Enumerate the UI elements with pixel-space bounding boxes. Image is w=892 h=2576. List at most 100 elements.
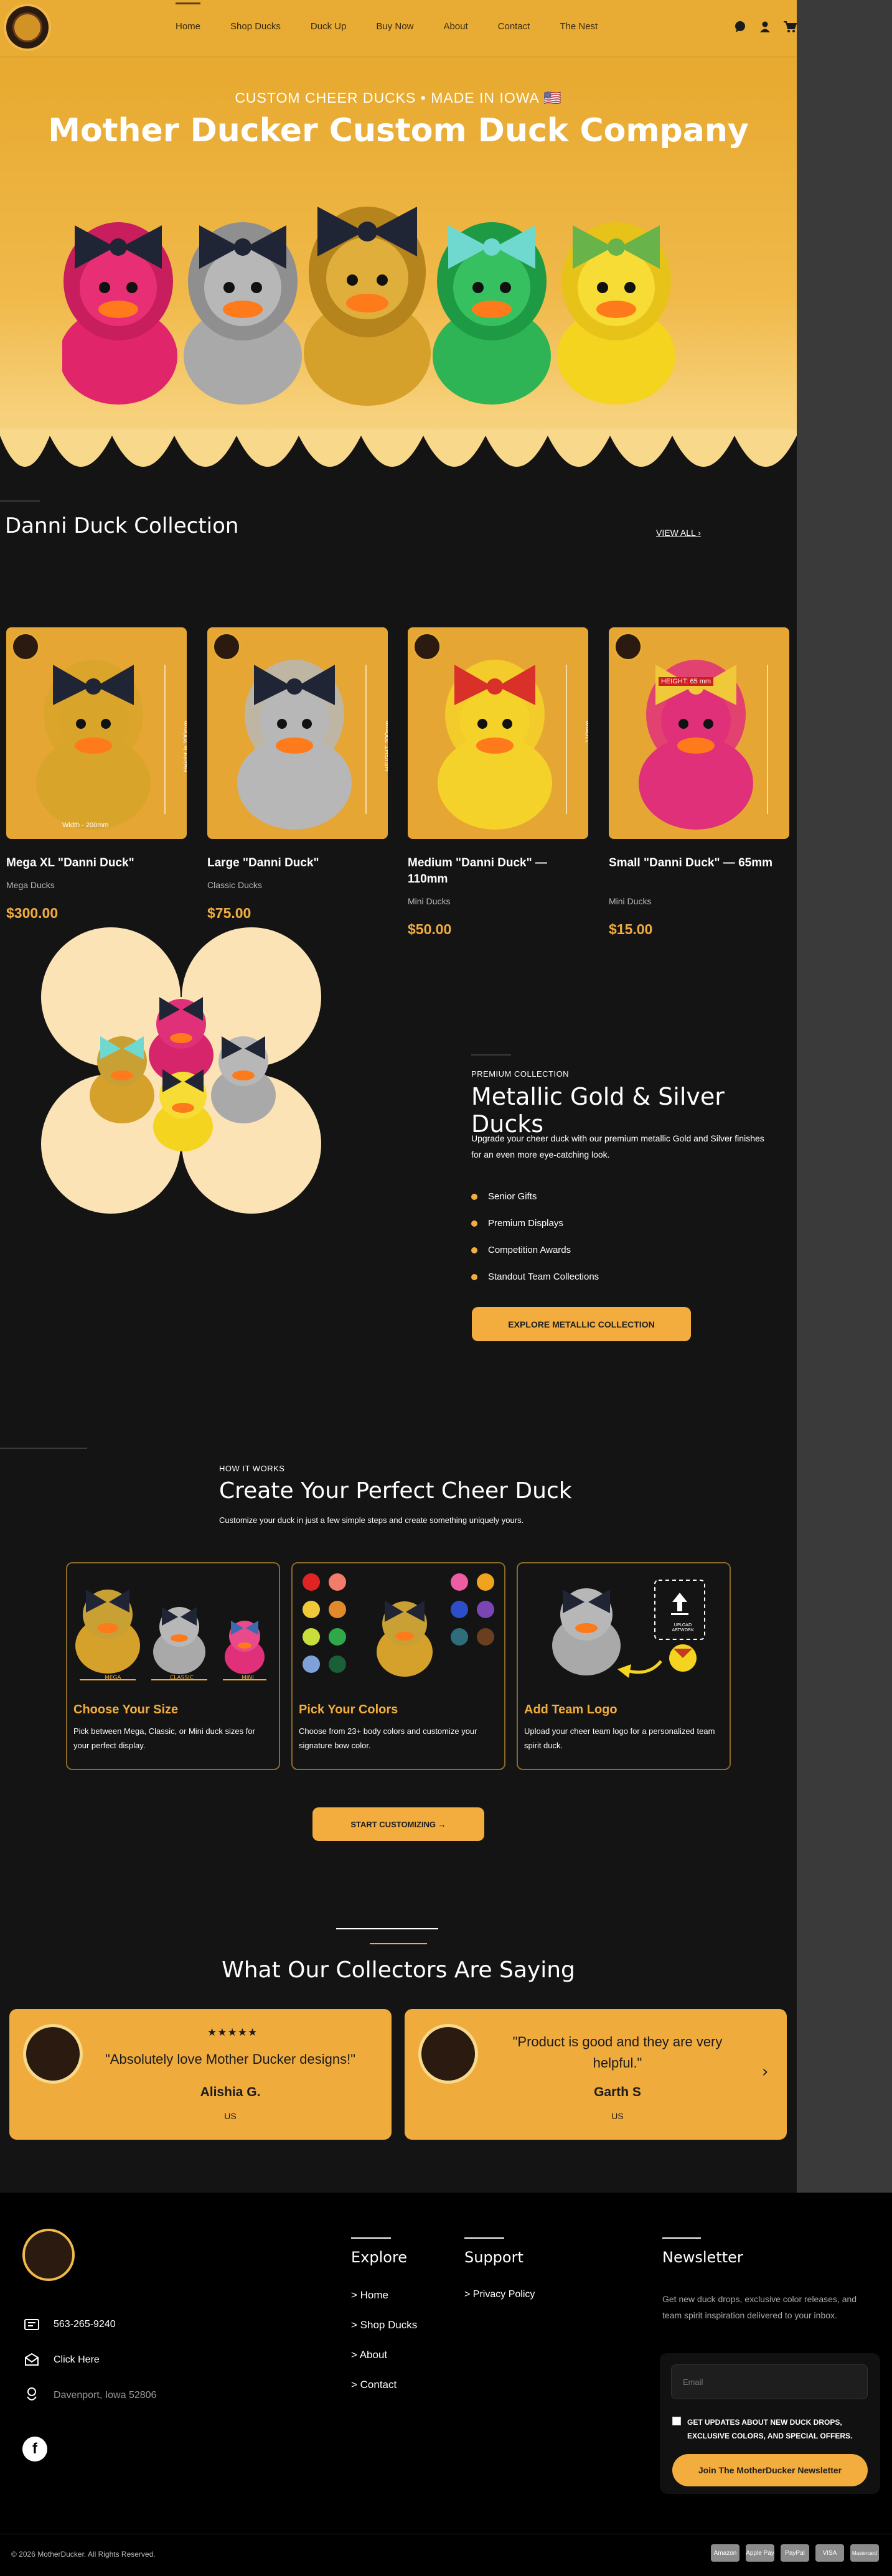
main-nav: Home Shop Ducks Duck Up Buy Now About Co… <box>176 2 627 32</box>
product-image[interactable]: HEIGHT: 65 mm <box>609 627 789 839</box>
footer-address: Davenport, Iowa 52806 <box>54 2390 157 2400</box>
product-name[interactable]: Small "Danni Duck" — 65mm <box>609 855 783 871</box>
color-swatch[interactable] <box>329 1573 346 1591</box>
metallic-ducks-image <box>41 927 321 1214</box>
product-badge-logo <box>11 632 40 661</box>
footer-link-home[interactable]: > Home <box>351 2289 388 2302</box>
divider <box>370 1943 427 1944</box>
facebook-icon[interactable]: f <box>22 2437 47 2461</box>
product-image[interactable]: 110mm <box>408 627 588 839</box>
color-swatch[interactable] <box>477 1628 494 1646</box>
nav-contact[interactable]: Contact <box>498 21 530 32</box>
support-title: Support <box>464 2249 523 2266</box>
visa-icon: VISA <box>815 2544 844 2562</box>
metallic-kicker: PREMIUM COLLECTION <box>471 1069 570 1079</box>
footer-link-contact[interactable]: > Contact <box>351 2379 397 2391</box>
step-title: Add Team Logo <box>524 1703 617 1717</box>
hero-scallop-divider <box>0 429 797 504</box>
product-image[interactable]: HEIGHT 200mm <box>207 627 388 839</box>
nav-shop-ducks[interactable]: Shop Ducks <box>230 21 281 32</box>
color-swatch[interactable] <box>329 1601 346 1618</box>
size-label-classic: CLASSIC <box>170 1675 194 1681</box>
divider <box>0 1448 87 1449</box>
color-swatch[interactable] <box>329 1656 346 1673</box>
how-title: Create Your Perfect Cheer Duck <box>219 1478 572 1504</box>
color-swatch[interactable] <box>329 1628 346 1646</box>
metallic-description: Upgrade your cheer duck with our premium… <box>471 1133 764 1159</box>
mail-icon <box>22 2350 41 2369</box>
nav-home[interactable]: Home <box>176 2 201 32</box>
consent-checkbox[interactable] <box>672 2417 681 2425</box>
explore-metallic-button[interactable]: EXPLORE METALLIC COLLECTION <box>472 1307 691 1341</box>
color-swatch[interactable] <box>451 1628 468 1646</box>
hero-section: CUSTOM CHEER DUCKS • MADE IN IOWA 🇺🇸 Mot… <box>0 57 797 493</box>
hero-duck-green <box>433 222 551 405</box>
color-swatch[interactable] <box>477 1573 494 1591</box>
hero-duck-silver <box>184 222 302 405</box>
product-category: Mini Ducks <box>408 896 451 906</box>
product-image[interactable]: Height is 200mm Width - 200mm <box>6 627 187 839</box>
testimonial-country: US <box>224 2111 237 2121</box>
user-icon[interactable] <box>758 20 772 34</box>
color-swatch[interactable] <box>303 1573 320 1591</box>
testimonial-name: Garth S <box>594 2085 641 2099</box>
chat-icon[interactable] <box>733 20 747 34</box>
newsletter-description: Get new duck drops, exclusive color rele… <box>662 2294 857 2320</box>
color-swatch[interactable] <box>477 1601 494 1618</box>
nav-duck-up[interactable]: Duck Up <box>311 21 347 32</box>
footer-email-link[interactable]: Click Here <box>54 2354 100 2366</box>
paypal-icon: PayPal <box>781 2544 809 2562</box>
color-swatch[interactable] <box>303 1601 320 1618</box>
logo-duck-emblem <box>12 12 42 42</box>
testimonial-name: Alishia G. <box>200 2085 261 2099</box>
product-badge-logo <box>212 632 241 661</box>
footer-link-about[interactable]: > About <box>351 2349 387 2361</box>
step-card-colors[interactable]: Pick Your Colors Choose from 23+ body co… <box>291 1562 505 1770</box>
consent-label: GET UPDATES ABOUT NEW DUCK DROPS, EXCLUS… <box>687 2418 853 2440</box>
product-name[interactable]: Large "Danni Duck" <box>207 855 382 871</box>
newsletter-form: GET UPDATES ABOUT NEW DUCK DROPS, EXCLUS… <box>660 2353 880 2494</box>
newsletter-submit-button[interactable]: Join The MotherDucker Newsletter <box>672 2454 868 2486</box>
nav-buy-now[interactable]: Buy Now <box>376 21 413 32</box>
newsletter-email-input[interactable] <box>671 2364 868 2399</box>
metallic-title: Metallic Gold & Silver Ducks <box>471 1083 725 1138</box>
product-duck-image <box>237 660 367 830</box>
product-price: $15.00 <box>609 921 653 937</box>
testimonial-logo <box>23 2024 83 2084</box>
start-customizing-button[interactable]: START CUSTOMIZING → <box>312 1807 484 1841</box>
chevron-right-icon[interactable]: › <box>762 2063 768 2081</box>
footer-link-shop-ducks[interactable]: > Shop Ducks <box>351 2319 417 2331</box>
hero-ducks-image <box>62 207 675 406</box>
step-card-logo[interactable]: UPLOAD ARTWORK Add Team Logo Upload your… <box>517 1562 731 1770</box>
divider <box>336 1928 438 1929</box>
location-icon <box>22 2385 41 2404</box>
color-swatch[interactable] <box>451 1601 468 1618</box>
step-card-size[interactable]: MEGA CLASSIC MINI Choose Your Size Pick … <box>66 1562 280 1770</box>
divider <box>662 2237 701 2239</box>
divider <box>0 500 40 502</box>
testimonial-logo <box>418 2024 478 2084</box>
dimension-label: HEIGHT 200mm <box>384 721 388 772</box>
footer-logo[interactable] <box>22 2229 75 2281</box>
color-swatch[interactable] <box>303 1628 320 1646</box>
color-swatch[interactable] <box>451 1573 468 1591</box>
page: Home Shop Ducks Duck Up Buy Now About Co… <box>0 0 797 2193</box>
color-swatch[interactable] <box>303 1656 320 1673</box>
product-name[interactable]: Medium "Danni Duck" — 110mm <box>408 855 582 888</box>
bullet-item: Standout Team Collections <box>471 1263 599 1290</box>
bullet-item: Premium Displays <box>471 1210 599 1237</box>
step-title: Pick Your Colors <box>299 1703 398 1717</box>
view-all-link[interactable]: VIEW ALL › <box>656 528 701 538</box>
how-subtitle: Customize your duck in just a few simple… <box>219 1515 524 1525</box>
nav-about[interactable]: About <box>443 21 467 32</box>
nav-the-nest[interactable]: The Nest <box>560 21 598 32</box>
step-description: Choose from 23+ body colors and customiz… <box>299 1726 477 1750</box>
footer-phone[interactable]: 563-265-9240 <box>54 2319 116 2330</box>
explore-title: Explore <box>351 2249 408 2266</box>
product-name[interactable]: Mega XL "Danni Duck" <box>6 855 181 871</box>
testimonial-card: ★★★★★ "Absolutely love Mother Ducker des… <box>9 2009 392 2140</box>
cart-icon[interactable] <box>783 20 797 34</box>
divider <box>351 2237 391 2239</box>
footer-link-privacy[interactable]: > Privacy Policy <box>464 2289 535 2300</box>
site-logo[interactable] <box>4 4 51 51</box>
